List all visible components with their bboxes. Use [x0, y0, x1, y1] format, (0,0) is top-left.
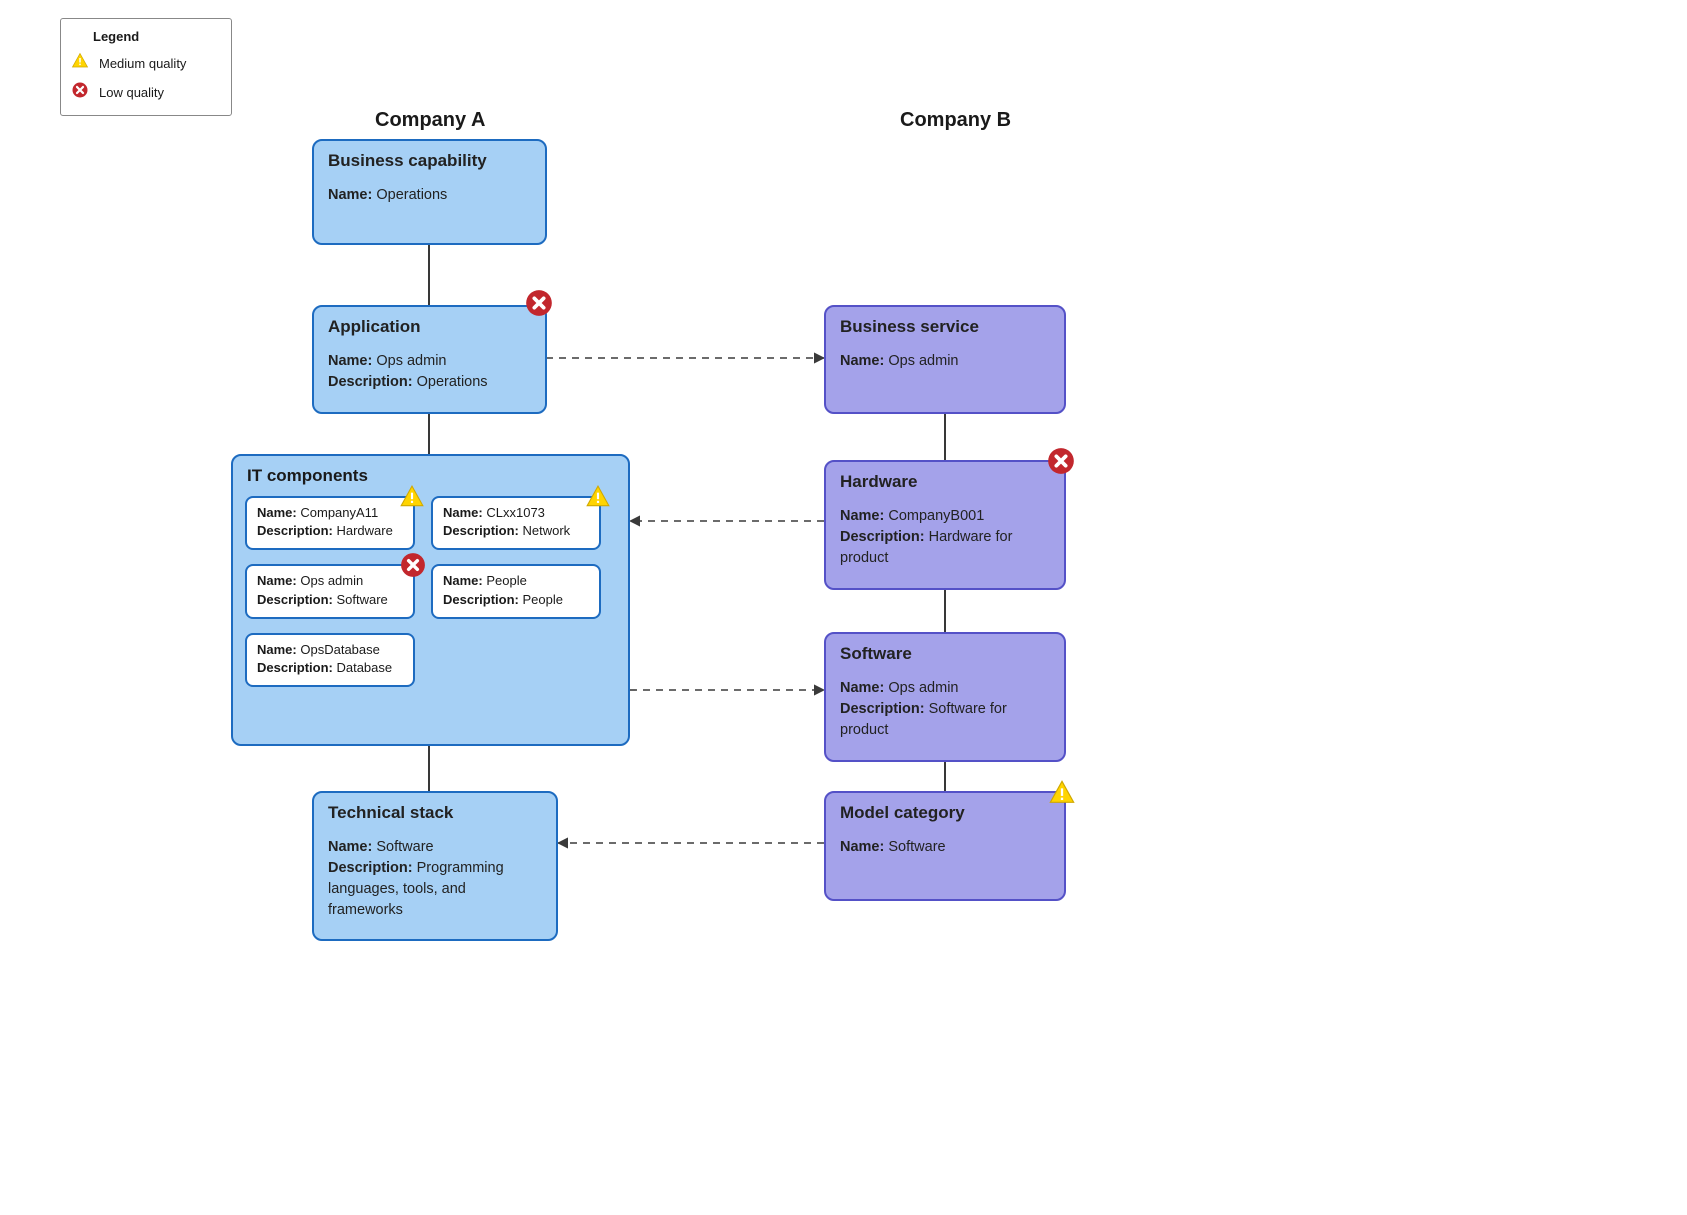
warning-triangle-icon — [1048, 779, 1074, 805]
legend-row-low: Low quality — [71, 81, 221, 106]
node-hardware: Hardware Name: CompanyB001 Description: … — [824, 460, 1066, 590]
node-software: Software Name: Ops admin Description: So… — [824, 632, 1066, 762]
node-title: Technical stack — [328, 803, 542, 823]
legend-title: Legend — [93, 27, 221, 48]
node-model-category: Model category Name: Software — [824, 791, 1066, 901]
field-name: Name: Operations — [328, 185, 531, 206]
field-name: Name: Ops admin — [328, 351, 531, 372]
node-title: Model category — [840, 803, 1050, 823]
field-name: Name: Software — [840, 837, 1050, 858]
node-title: Application — [328, 317, 531, 337]
error-circle-icon — [71, 81, 89, 106]
node-title: Hardware — [840, 472, 1050, 492]
heading-company-b: Company B — [900, 109, 1011, 132]
legend-low-label: Low quality — [99, 83, 164, 104]
field-name: Name: Ops admin — [840, 678, 1050, 699]
field-description: Description: Programming languages, tool… — [328, 858, 542, 921]
it-component-item: Name: CLxx1073 Description: Network — [431, 496, 601, 550]
it-component-item: Name: People Description: People — [431, 564, 601, 618]
legend-box: Legend Medium quality Low quality — [60, 18, 232, 116]
node-business-service: Business service Name: Ops admin — [824, 305, 1066, 414]
node-business-capability: Business capability Name: Operations — [312, 139, 547, 245]
node-title: Software — [840, 644, 1050, 664]
warning-triangle-icon — [399, 484, 425, 510]
heading-company-a: Company A — [375, 109, 485, 132]
field-description: Description: Software for product — [840, 699, 1050, 741]
field-description: Description: Operations — [328, 372, 531, 393]
it-component-item: Name: OpsDatabase Description: Database — [245, 633, 415, 687]
node-title: IT components — [247, 466, 616, 486]
diagram-canvas: Legend Medium quality Low quality Compan… — [0, 0, 1687, 1215]
node-title: Business capability — [328, 151, 531, 171]
warning-triangle-icon — [585, 484, 611, 510]
error-circle-icon — [400, 552, 426, 578]
legend-medium-label: Medium quality — [99, 54, 186, 75]
error-circle-icon — [1047, 447, 1073, 473]
node-technical-stack: Technical stack Name: Software Descripti… — [312, 791, 558, 941]
node-title: Business service — [840, 317, 1050, 337]
field-description: Description: Hardware for product — [840, 527, 1050, 569]
error-circle-icon — [525, 289, 551, 315]
node-it-components: IT components Name: CompanyA11 Descripti… — [231, 454, 630, 746]
it-component-item: Name: Ops admin Description: Software — [245, 564, 415, 618]
field-name: Name: CompanyB001 — [840, 506, 1050, 527]
field-name: Name: Software — [328, 837, 542, 858]
warning-triangle-icon — [71, 52, 89, 77]
it-component-item: Name: CompanyA11 Description: Hardware — [245, 496, 415, 550]
legend-row-medium: Medium quality — [71, 52, 221, 77]
field-name: Name: Ops admin — [840, 351, 1050, 372]
node-application: Application Name: Ops admin Description:… — [312, 305, 547, 414]
